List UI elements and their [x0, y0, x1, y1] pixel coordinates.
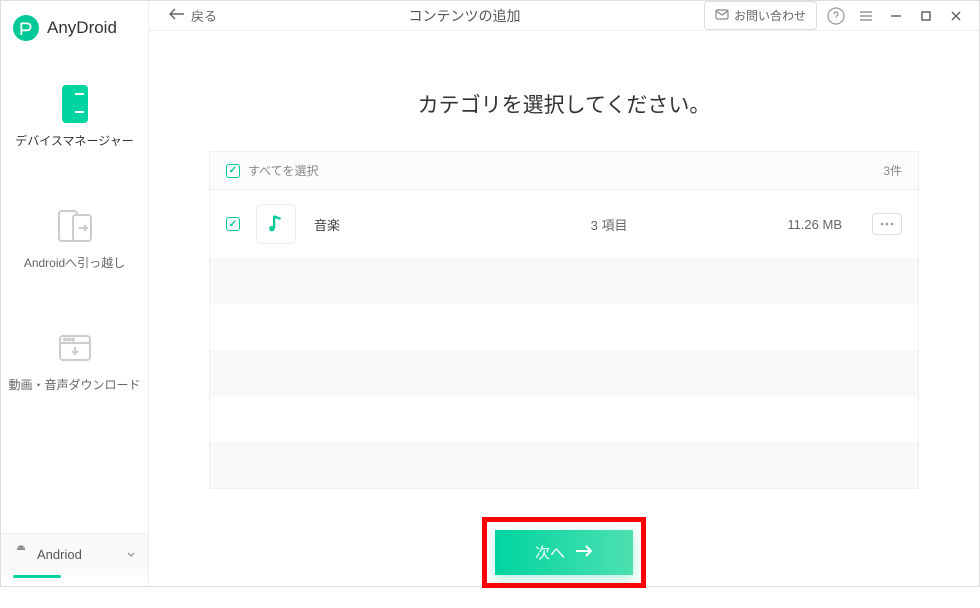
select-all-label: すべてを選択: [248, 162, 318, 179]
next-button[interactable]: 次へ: [495, 530, 633, 575]
arrow-right-icon: [575, 544, 593, 561]
table-row[interactable]: 音楽 3 項目 11.26 MB: [210, 190, 918, 258]
help-button[interactable]: [825, 5, 847, 27]
chevron-down-icon: [126, 546, 136, 564]
more-button[interactable]: [872, 213, 902, 235]
sidebar-item-label: 動画・音声ダウンロード: [8, 376, 140, 393]
row-items: 3 項目: [531, 215, 686, 234]
storage-bar: [13, 575, 61, 578]
music-icon: [256, 204, 296, 244]
select-all-checkbox[interactable]: [226, 164, 240, 178]
back-button[interactable]: 戻る: [161, 2, 225, 29]
row-size: 11.26 MB: [687, 217, 842, 232]
page-title: コンテンツの追加: [225, 6, 704, 26]
next-highlight: 次へ: [482, 517, 646, 588]
topbar: 戻る コンテンツの追加 お問い合わせ: [149, 1, 979, 31]
sidebar-item-downloader[interactable]: 動画・音声ダウンロード: [1, 329, 148, 393]
heading: カテゴリを選択してください。: [418, 89, 711, 119]
empty-row: [210, 258, 918, 304]
close-button[interactable]: [945, 5, 967, 27]
item-count: 3件: [883, 162, 902, 179]
logo: AnyDroid: [1, 1, 148, 55]
sidebar-item-label: デバイスマネージャー: [15, 132, 133, 149]
phone-manager-icon: [56, 85, 94, 123]
next-label: 次へ: [535, 542, 565, 563]
device-name: Andriod: [37, 547, 118, 562]
menu-button[interactable]: [855, 5, 877, 27]
transfer-icon: [56, 207, 94, 245]
download-icon: [56, 329, 94, 367]
contact-button[interactable]: お問い合わせ: [704, 1, 817, 30]
logo-icon: [13, 15, 39, 41]
device-selector[interactable]: Andriod: [1, 533, 148, 575]
row-checkbox[interactable]: [226, 217, 240, 231]
minimize-button[interactable]: [885, 5, 907, 27]
empty-row: [210, 442, 918, 488]
app-name: AnyDroid: [47, 18, 117, 38]
category-table: すべてを選択 3件 音楽 3 項目 11.26 MB: [209, 151, 919, 489]
android-icon: [13, 544, 29, 565]
back-label: 戻る: [191, 6, 217, 25]
sidebar-item-label: Androidへ引っ越し: [24, 254, 125, 271]
maximize-button[interactable]: [915, 5, 937, 27]
empty-row: [210, 350, 918, 396]
contact-label: お問い合わせ: [734, 7, 806, 24]
sidebar: AnyDroid デバイスマネージャー Androidへ引っ越し: [1, 1, 149, 586]
sidebar-item-device-manager[interactable]: デバイスマネージャー: [1, 85, 148, 149]
empty-row: [210, 396, 918, 442]
arrow-left-icon: [169, 8, 185, 23]
mail-icon: [715, 9, 729, 23]
empty-row: [210, 304, 918, 350]
row-name: 音楽: [314, 215, 531, 234]
sidebar-item-android-mover[interactable]: Androidへ引っ越し: [1, 207, 148, 271]
